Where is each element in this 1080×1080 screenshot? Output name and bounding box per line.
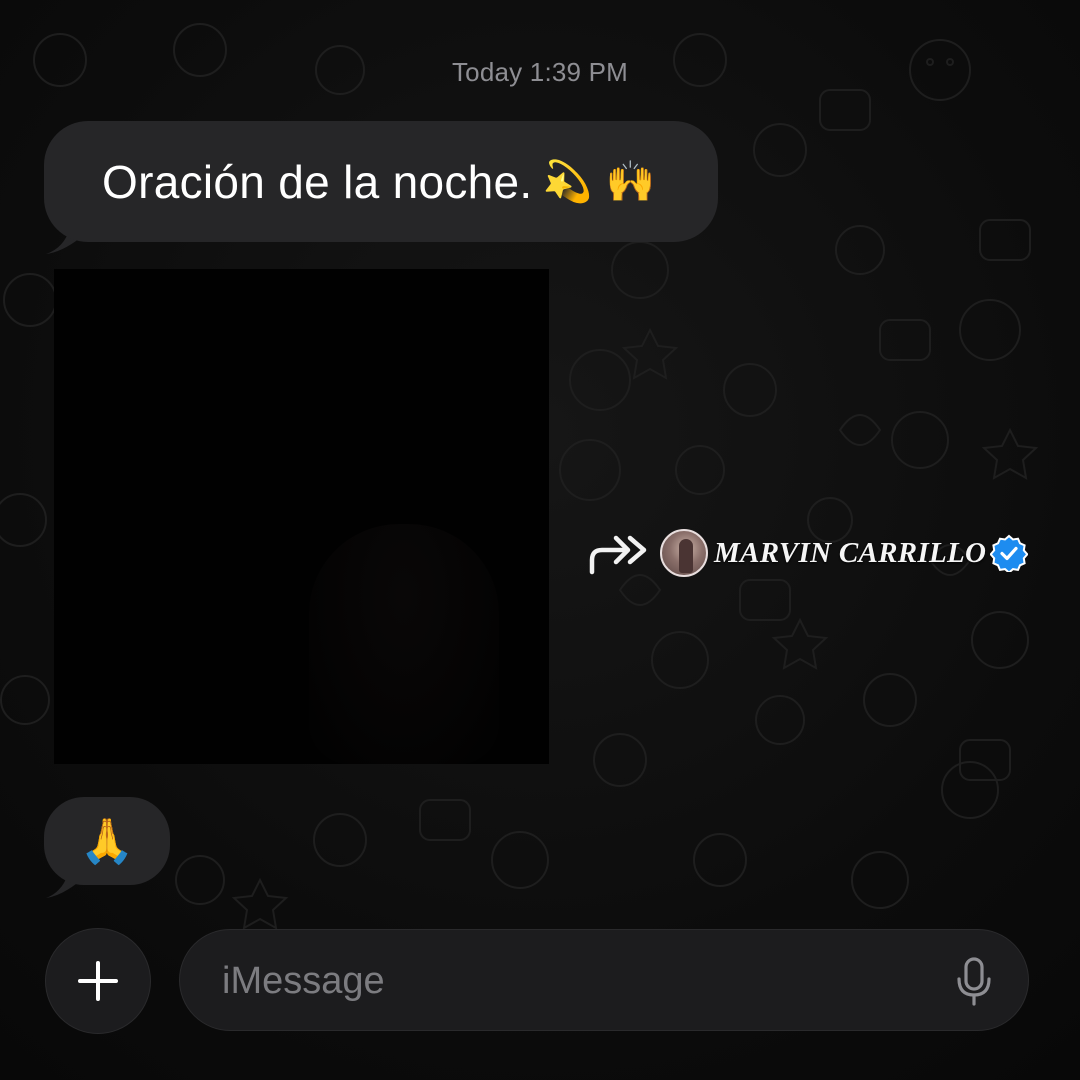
add-attachment-button[interactable] bbox=[45, 928, 151, 1034]
message-input[interactable]: iMessage bbox=[179, 929, 1029, 1031]
media-content bbox=[309, 524, 499, 764]
microphone-icon[interactable] bbox=[954, 957, 994, 1007]
verified-badge-icon bbox=[990, 534, 1029, 572]
incoming-emoji-bubble[interactable]: 🙏 bbox=[44, 797, 170, 885]
message-input-placeholder: iMessage bbox=[222, 960, 385, 1002]
message-text: Oración de la noche. bbox=[102, 155, 533, 208]
forward-arrow-icon bbox=[589, 535, 647, 575]
message-emoji: 🙏 bbox=[79, 816, 135, 867]
media-attachment[interactable] bbox=[54, 269, 549, 764]
conversation-timestamp: Today 1:39 PM bbox=[451, 57, 629, 87]
message-emoji: 💫 🙌 bbox=[542, 159, 656, 205]
shared-from-row[interactable]: MARVIN CARRILLO bbox=[588, 527, 1029, 579]
avatar bbox=[660, 529, 708, 577]
plus-icon bbox=[78, 961, 118, 1001]
incoming-message-bubble[interactable]: Oración de la noche. 💫 🙌 bbox=[44, 121, 718, 242]
sender-name: MARVIN CARRILLO bbox=[714, 536, 987, 569]
